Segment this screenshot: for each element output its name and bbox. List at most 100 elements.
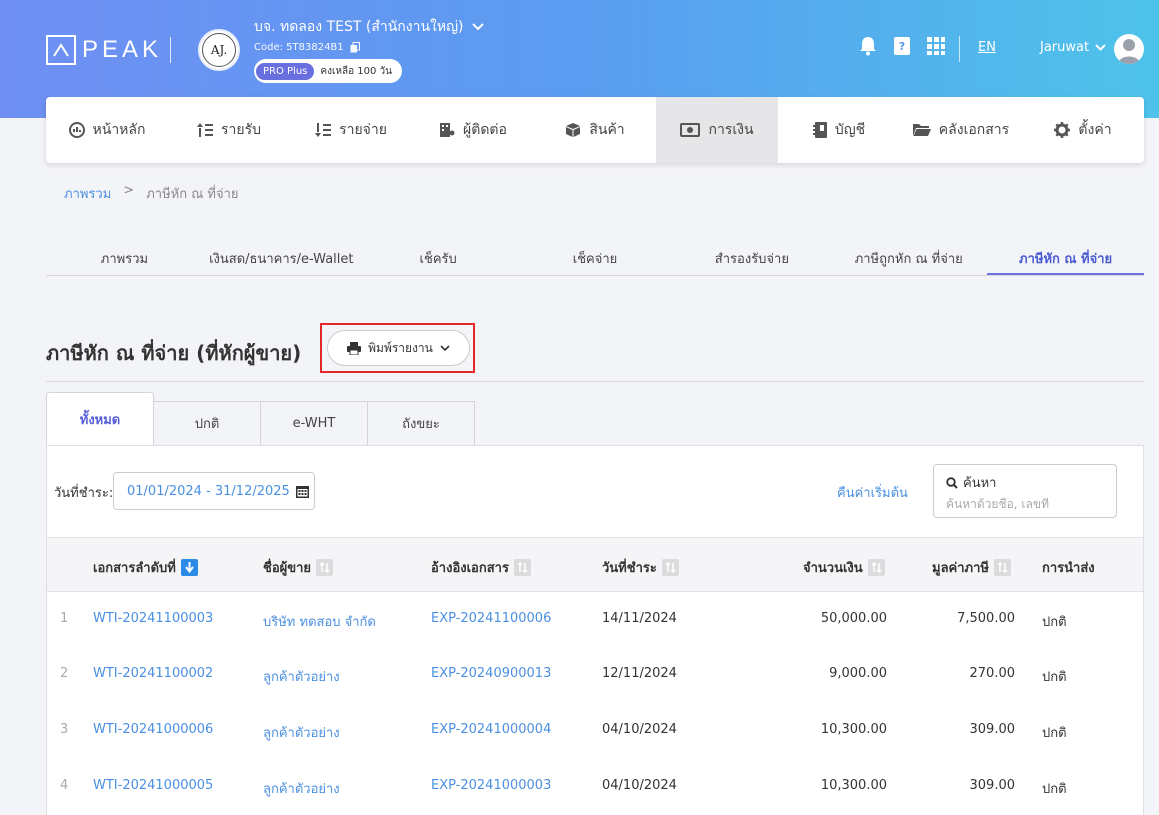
filing-status: ปกติ xyxy=(1042,782,1067,797)
filing-status: ปกติ xyxy=(1042,615,1067,630)
gear-icon xyxy=(1054,122,1071,138)
table-row[interactable]: 2 WTI-20241100002 ลูกค้าตัวอย่าง EXP-202… xyxy=(47,647,1143,703)
subtab-overview[interactable]: ภาพรวม xyxy=(46,238,203,275)
amount: 9,000.00 xyxy=(829,666,887,681)
date-range-input[interactable]: 01/01/2024 - 31/12/2025 xyxy=(113,472,315,510)
column-doc-no[interactable]: เอกสารลำดับที่ xyxy=(93,557,198,578)
nav-item-income[interactable]: รายรับ xyxy=(168,97,290,163)
apps-grid-icon[interactable] xyxy=(926,36,946,56)
pay-date: 04/10/2024 xyxy=(602,722,677,737)
doc-no-link[interactable]: WTI-20241000005 xyxy=(93,778,213,793)
nav-item-accounting[interactable]: บัญชี xyxy=(778,97,900,163)
sort-desc-icon[interactable] xyxy=(180,559,198,576)
vendor-link[interactable]: ลูกค้าตัวอย่าง xyxy=(263,778,340,799)
ref-doc-link[interactable]: EXP-20241000003 xyxy=(431,778,551,793)
copy-icon[interactable] xyxy=(350,42,360,53)
search-input[interactable] xyxy=(946,497,1106,511)
language-switch[interactable]: EN xyxy=(978,40,996,55)
chevron-down-icon xyxy=(471,23,484,31)
subtab-petty-cash[interactable]: สำรองรับจ่าย xyxy=(673,238,830,275)
sort-icon[interactable] xyxy=(993,559,1011,576)
subtab-cheque-paid[interactable]: เช็คจ่าย xyxy=(517,238,674,275)
column-label: จำนวนเงิน xyxy=(803,561,863,576)
doc-no-link[interactable]: WTI-20241100002 xyxy=(93,666,213,681)
date-filter-label: วันที่ชำระ: xyxy=(54,486,114,501)
user-menu[interactable]: Jaruwat xyxy=(1040,40,1106,55)
nav-label: ผู้ติดต่อ xyxy=(463,122,507,138)
header-icons: ? xyxy=(858,36,946,56)
vendor-link[interactable]: บริษัท ทดสอบ จำกัด xyxy=(263,611,376,632)
doctab-ewht[interactable]: e-WHT xyxy=(261,401,368,446)
user-name: Jaruwat xyxy=(1040,40,1090,55)
amount: 10,300.00 xyxy=(820,778,887,793)
nav-item-contacts[interactable]: ผู้ติดต่อ xyxy=(412,97,534,163)
subtab-wht-paid[interactable]: ภาษีหัก ณ ที่จ่าย xyxy=(987,238,1145,275)
ref-doc-link[interactable]: EXP-20241100006 xyxy=(431,611,551,626)
bell-icon[interactable] xyxy=(858,36,878,56)
doc-no-link[interactable]: WTI-20241100003 xyxy=(93,611,213,626)
ledger-icon xyxy=(812,122,827,138)
breadcrumb-separator: > xyxy=(123,183,135,198)
sort-icon[interactable] xyxy=(661,559,679,576)
table-row[interactable]: 4 WTI-20241000005 ลูกค้าตัวอย่าง EXP-202… xyxy=(47,759,1143,815)
user-avatar[interactable] xyxy=(1114,34,1144,64)
print-report-button[interactable]: พิมพ์รายงาน xyxy=(327,330,470,366)
sort-icon[interactable] xyxy=(513,559,531,576)
row-number: 3 xyxy=(60,722,69,737)
company-selector[interactable]: บจ. ทดลอง TEST (สำนักงานใหญ่) xyxy=(254,16,484,38)
table-row[interactable]: 3 WTI-20241000006 ลูกค้าตัวอย่าง EXP-202… xyxy=(47,703,1143,759)
column-amount[interactable]: จำนวนเงิน xyxy=(803,557,885,578)
logo-text: PEAK xyxy=(82,36,163,63)
column-ref-doc[interactable]: อ้างอิงเอกสาร xyxy=(431,557,531,578)
nav-item-products[interactable]: สินค้า xyxy=(534,97,656,163)
main-nav: หน้าหลัก รายรับ รายจ่าย ผู้ติดต่อ สินค้า… xyxy=(46,97,1144,163)
contacts-icon xyxy=(440,123,455,137)
doctab-trash[interactable]: ถังขยะ xyxy=(368,401,475,446)
row-number: 1 xyxy=(60,611,69,626)
header-divider-right xyxy=(959,36,960,62)
vendor-link[interactable]: ลูกค้าตัวอย่าง xyxy=(263,666,340,687)
filing-status: ปกติ xyxy=(1042,670,1067,685)
reset-filters-link[interactable]: คืนค่าเริ่มต้น xyxy=(837,482,908,503)
nav-label: บัญชี xyxy=(834,122,866,138)
ref-doc-link[interactable]: EXP-20240900013 xyxy=(431,666,551,681)
subtab-cheque-received[interactable]: เช็ครับ xyxy=(360,238,517,275)
vendor-link[interactable]: ลูกค้าตัวอย่าง xyxy=(263,722,340,743)
column-pay-date[interactable]: วันที่ชำระ xyxy=(602,557,679,578)
company-code: Code: 5T83824B1 xyxy=(254,42,344,53)
nav-item-finance[interactable]: การเงิน xyxy=(656,97,778,163)
doc-no-link[interactable]: WTI-20241000006 xyxy=(93,722,213,737)
nav-item-settings[interactable]: ตั้งค่า xyxy=(1022,97,1144,163)
subtab-cash-bank[interactable]: เงินสด/ธนาคาร/e-Wallet xyxy=(203,238,360,275)
plan-pill[interactable]: PRO Plus คงเหลือ 100 วัน xyxy=(254,59,403,83)
column-tax[interactable]: มูลค่าภาษี xyxy=(932,557,1011,578)
nav-label: รายรับ xyxy=(221,122,261,138)
company-avatar[interactable]: AJ. xyxy=(198,29,240,71)
nav-item-expense[interactable]: รายจ่าย xyxy=(290,97,412,163)
company-initials: AJ. xyxy=(202,33,236,67)
help-book-icon[interactable]: ? xyxy=(892,36,912,56)
title-divider xyxy=(46,381,1144,382)
finance-subtabs: ภาพรวม เงินสด/ธนาคาร/e-Wallet เช็ครับ เช… xyxy=(46,238,1145,276)
table-row[interactable]: 1 WTI-20241100003 บริษัท ทดสอบ จำกัด EXP… xyxy=(47,592,1143,648)
column-vendor[interactable]: ชื่อผู้ขาย xyxy=(263,557,334,578)
breadcrumb: ภาพรวม > ภาษีหัก ณ ที่จ่าย xyxy=(64,183,239,204)
subtab-wht-received[interactable]: ภาษีถูกหัก ณ ที่จ่าย xyxy=(830,238,987,275)
nav-item-dashboard[interactable]: หน้าหลัก xyxy=(46,97,168,163)
ref-doc-link[interactable]: EXP-20241000004 xyxy=(431,722,551,737)
expense-icon xyxy=(315,123,332,137)
nav-item-documents[interactable]: คลังเอกสาร xyxy=(900,97,1022,163)
doctab-normal[interactable]: ปกติ xyxy=(154,401,261,446)
column-label: การนำส่ง xyxy=(1042,561,1095,576)
company-info: บจ. ทดลอง TEST (สำนักงานใหญ่) Code: 5T83… xyxy=(254,16,484,83)
doctab-all[interactable]: ทั้งหมด xyxy=(46,392,154,446)
search-icon xyxy=(946,476,958,489)
search-label: ค้นหา xyxy=(963,476,997,491)
nav-label: การเงิน xyxy=(708,122,754,138)
peak-logo[interactable]: PEAK xyxy=(46,35,162,65)
sort-icon[interactable] xyxy=(316,559,334,576)
print-report-label: พิมพ์รายงาน xyxy=(368,340,433,355)
breadcrumb-home[interactable]: ภาพรวม xyxy=(64,183,111,204)
sort-icon[interactable] xyxy=(867,559,885,576)
nav-label: สินค้า xyxy=(589,122,625,138)
